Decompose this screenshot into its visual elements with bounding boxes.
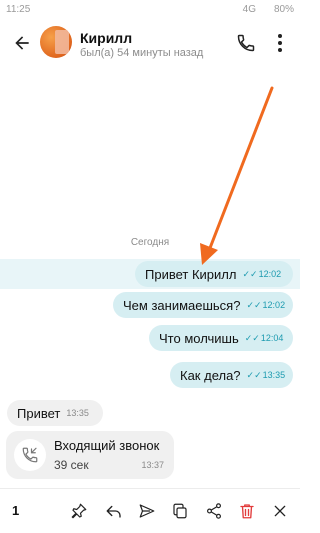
pin-button[interactable] xyxy=(67,499,91,523)
more-vertical-icon xyxy=(278,34,282,52)
close-selection-button[interactable] xyxy=(268,499,292,523)
message-meta: ✓✓ 12:04 xyxy=(245,333,284,344)
avatar[interactable] xyxy=(40,26,72,58)
message-bubble-outgoing[interactable]: Чем занимаешься? ✓✓ 12:02 xyxy=(113,292,293,318)
back-button[interactable] xyxy=(8,29,36,57)
message-time: 13:35 xyxy=(262,370,286,380)
message-text: Чем занимаешься? xyxy=(123,297,241,313)
message-meta: ✓✓ 13:35 xyxy=(247,370,286,381)
call-icon-container xyxy=(14,439,46,471)
message-text: Как дела? xyxy=(180,367,241,383)
call-time: 13:37 xyxy=(141,460,164,470)
message-text: Привет Кирилл xyxy=(145,266,237,282)
delete-button[interactable] xyxy=(235,499,259,523)
more-options-button[interactable] xyxy=(270,31,290,55)
message-bubble-outgoing[interactable]: Привет Кирилл ✓✓ 12:02 xyxy=(135,261,293,287)
message-bubble-outgoing[interactable]: Как дела? ✓✓ 13:35 xyxy=(170,362,293,388)
phone-icon xyxy=(237,34,255,52)
status-time: 11:25 xyxy=(6,4,31,15)
call-title: Входящий звонок xyxy=(54,438,160,453)
incoming-call-icon xyxy=(22,447,38,463)
reply-button[interactable] xyxy=(102,499,126,523)
message-time: 12:04 xyxy=(260,333,284,343)
close-icon xyxy=(274,505,286,517)
share-icon xyxy=(207,503,221,519)
incoming-call-card[interactable]: Входящий звонок 39 сек 13:37 xyxy=(6,431,174,479)
message-text: Что молчишь xyxy=(159,330,239,346)
message-meta: ✓✓ 12:02 xyxy=(242,269,281,280)
copy-button[interactable] xyxy=(168,499,192,523)
share-button[interactable] xyxy=(202,499,226,523)
send-forward-icon xyxy=(139,504,155,518)
message-time: 12:02 xyxy=(258,269,282,279)
chat-header: Кирилл был(а) 54 минуты назад xyxy=(0,20,300,68)
last-seen-status: был(а) 54 минуты назад xyxy=(80,47,204,59)
forward-button[interactable] xyxy=(135,499,159,523)
message-text: Привет xyxy=(17,405,61,421)
read-check-icon: ✓✓ xyxy=(244,332,260,343)
reply-icon xyxy=(106,505,121,518)
read-check-icon: ✓✓ xyxy=(242,268,258,279)
selection-toolbar: 1 xyxy=(0,488,300,533)
contact-name[interactable]: Кирилл xyxy=(80,30,132,46)
trash-icon xyxy=(240,504,254,519)
message-time: 13:35 xyxy=(66,408,89,418)
pin-icon xyxy=(71,503,87,519)
call-button[interactable] xyxy=(234,31,258,55)
status-battery: 80% xyxy=(273,4,294,15)
message-bubble-incoming[interactable]: Привет 13:35 xyxy=(7,400,103,426)
message-bubble-outgoing[interactable]: Что молчишь ✓✓ 12:04 xyxy=(149,325,293,351)
status-bar: 11:25 4G 80% xyxy=(0,0,300,20)
message-meta: ✓✓ 12:02 xyxy=(246,300,285,311)
date-separator: Сегодня xyxy=(130,237,170,248)
copy-icon xyxy=(173,503,187,519)
back-arrow-icon xyxy=(15,36,29,50)
read-check-icon: ✓✓ xyxy=(246,299,262,310)
read-check-icon: ✓✓ xyxy=(246,369,262,380)
selected-count: 1 xyxy=(12,503,20,518)
avatar-blur xyxy=(55,30,69,54)
message-time: 12:02 xyxy=(262,300,286,310)
status-network: 4G xyxy=(242,4,256,15)
call-duration: 39 сек xyxy=(54,458,89,472)
